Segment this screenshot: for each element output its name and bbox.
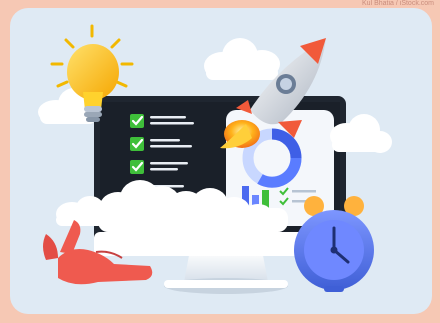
checklist-line	[150, 139, 180, 142]
alarm-clock-icon	[294, 196, 374, 292]
cloud-icon	[204, 38, 280, 80]
monitor-stand	[164, 250, 288, 294]
checklist-line	[150, 116, 186, 119]
checkbox-icon	[130, 137, 144, 151]
illustration-stage: Kul Bhatia / iStock.com	[0, 0, 440, 323]
checklist-line	[150, 122, 194, 125]
checklist-line	[150, 145, 192, 148]
productivity-illustration	[38, 24, 392, 294]
checkbox-icon	[130, 114, 144, 128]
checklist-line	[150, 168, 178, 171]
checkbox-icon	[130, 160, 144, 174]
cloud-icon	[56, 196, 104, 226]
checklist-line	[150, 162, 188, 165]
